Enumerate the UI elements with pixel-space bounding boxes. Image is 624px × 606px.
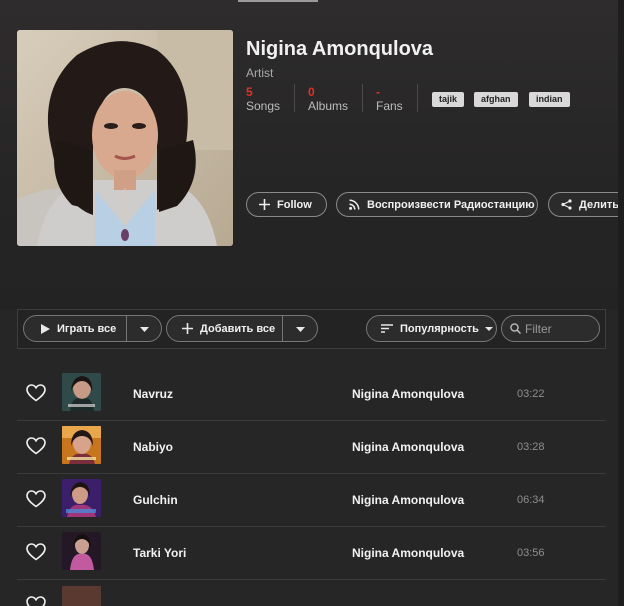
song-cover [62, 373, 101, 411]
stat-albums-value: 0 [308, 85, 315, 99]
heart-icon[interactable] [26, 490, 46, 513]
scrollbar[interactable] [618, 0, 624, 606]
tag-tajik[interactable]: tajik [432, 92, 465, 107]
song-title[interactable]: Tarki Yori [133, 546, 186, 560]
stat-divider [294, 84, 295, 112]
tab-indicator [238, 0, 318, 2]
play-icon [41, 323, 50, 334]
stat-songs-label: Songs [246, 99, 281, 113]
song-cover [62, 532, 101, 570]
stat-fans-value: - [376, 85, 380, 99]
stat-songs[interactable]: 5 Songs [246, 85, 280, 113]
sort-icon [381, 324, 393, 333]
play-radio-label: Воспроизвести Радиостанцию [367, 198, 535, 211]
song-artist[interactable]: Nigina Amonqulova [352, 387, 464, 401]
add-all-label: Добавить все [200, 322, 276, 335]
artist-role: Artist [246, 66, 274, 80]
share-button[interactable]: Делиться [548, 192, 624, 217]
song-artist[interactable]: Nigina Amonqulova [352, 546, 464, 560]
tag-indian[interactable]: indian [529, 92, 570, 107]
song-title[interactable]: Gulchin [133, 493, 178, 507]
stat-divider [362, 84, 363, 112]
caret-down-icon [139, 323, 149, 335]
filter-input[interactable] [521, 321, 595, 336]
share-icon [561, 199, 572, 210]
song-duration: 03:28 [517, 441, 545, 453]
heart-icon[interactable] [26, 596, 46, 606]
song-row[interactable]: Gulchin Nigina Amonqulova 06:34 [17, 474, 606, 527]
add-all-dropdown[interactable] [282, 315, 318, 342]
heart-icon[interactable] [26, 543, 46, 566]
sort-label: Популярность [400, 322, 479, 335]
follow-label: Follow [277, 198, 312, 211]
song-row-partial[interactable] [17, 580, 606, 606]
song-duration: 03:22 [517, 388, 545, 400]
heart-icon[interactable] [26, 437, 46, 460]
play-all-dropdown[interactable] [126, 315, 162, 342]
plus-icon [182, 323, 193, 334]
song-duration: 06:34 [517, 494, 545, 506]
song-row[interactable]: Nabiyo Nigina Amonqulova 03:28 [17, 421, 606, 474]
song-artist[interactable]: Nigina Amonqulova [352, 440, 464, 454]
search-icon [510, 323, 521, 334]
heart-icon[interactable] [26, 384, 46, 407]
rss-icon [349, 199, 360, 210]
plus-icon [259, 199, 270, 210]
song-title[interactable]: Navruz [133, 387, 173, 401]
play-all-label: Играть все [57, 322, 117, 335]
play-all-button[interactable]: Играть все [23, 315, 127, 342]
artist-photo [17, 30, 233, 246]
stat-albums[interactable]: 0 Albums [308, 85, 348, 113]
stat-albums-label: Albums [308, 99, 349, 113]
song-cover [62, 426, 101, 464]
stat-songs-value: 5 [246, 85, 253, 99]
song-row[interactable]: Navruz Nigina Amonqulova 03:22 [17, 368, 606, 421]
song-cover [62, 586, 101, 606]
follow-button[interactable]: Follow [246, 192, 327, 217]
caret-down-icon [484, 326, 493, 331]
sort-button[interactable]: Популярность [366, 315, 497, 342]
song-row[interactable]: Tarki Yori Nigina Amonqulova 03:56 [17, 527, 606, 580]
caret-down-icon [295, 323, 305, 335]
song-cover [62, 479, 101, 517]
song-title[interactable]: Nabiyo [133, 440, 173, 454]
stat-fans-label: Fans [376, 99, 403, 113]
add-all-button[interactable]: Добавить все [166, 315, 283, 342]
song-artist[interactable]: Nigina Amonqulova [352, 493, 464, 507]
stat-fans[interactable]: - Fans [376, 85, 403, 113]
song-duration: 03:56 [517, 547, 545, 559]
artist-name: Nigina Amonqulova [246, 38, 434, 60]
stat-divider [417, 84, 418, 112]
filter-field[interactable] [501, 315, 600, 342]
play-radio-button[interactable]: Воспроизвести Радиостанцию [336, 192, 538, 217]
tag-afghan[interactable]: afghan [474, 92, 518, 107]
